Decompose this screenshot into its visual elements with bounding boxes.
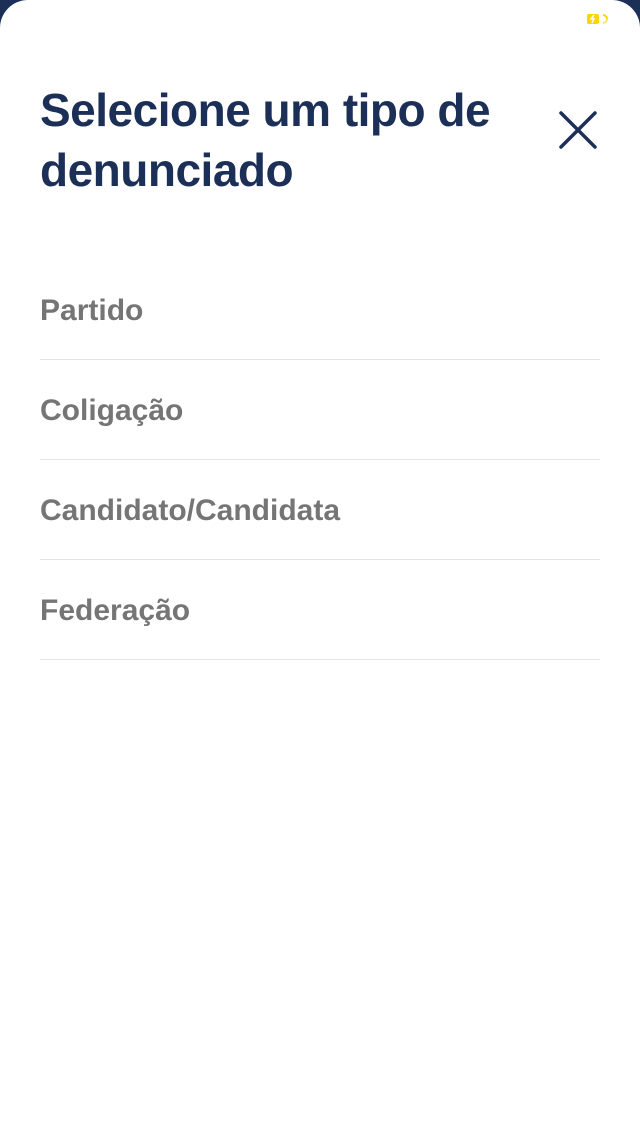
- option-federacao[interactable]: Federação: [40, 560, 600, 660]
- option-list: Partido Coligação Candidato/Candidata Fe…: [40, 260, 600, 660]
- close-button[interactable]: [556, 110, 600, 154]
- sheet-header: Selecione um tipo de denunciado: [40, 80, 600, 210]
- option-label: Partido: [40, 293, 144, 327]
- option-candidato[interactable]: Candidato/Candidata: [40, 460, 600, 560]
- option-label: Candidato/Candidata: [40, 493, 341, 527]
- bottom-sheet: Selecione um tipo de denunciado Partido …: [0, 0, 640, 1136]
- option-label: Federação: [40, 593, 191, 627]
- page-title: Selecione um tipo de denunciado: [40, 84, 491, 196]
- status-indicator-icon: [586, 12, 612, 26]
- option-label: Coligação: [40, 393, 184, 427]
- close-icon: [559, 110, 597, 154]
- option-partido[interactable]: Partido: [40, 260, 600, 360]
- option-coligacao[interactable]: Coligação: [40, 360, 600, 460]
